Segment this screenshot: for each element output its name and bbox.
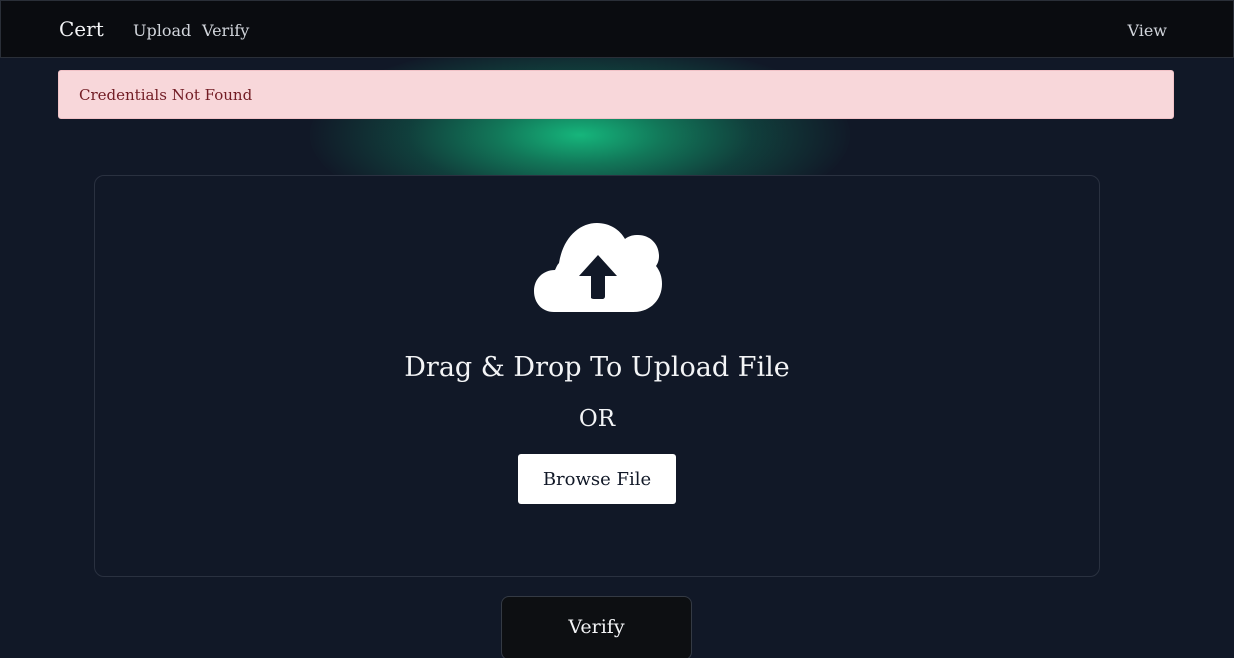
- verify-button[interactable]: Verify: [501, 596, 692, 658]
- brand-link[interactable]: Cert: [59, 17, 104, 41]
- page: Cert Upload Verify View Credentials Not …: [0, 0, 1234, 658]
- navbar: Cert Upload Verify View: [0, 0, 1234, 58]
- error-alert: Credentials Not Found: [58, 70, 1174, 119]
- drop-heading: Drag & Drop To Upload File: [404, 352, 790, 383]
- or-separator: OR: [578, 406, 616, 432]
- file-dropzone[interactable]: Drag & Drop To Upload File OR Browse Fil…: [94, 175, 1100, 577]
- browse-file-button[interactable]: Browse File: [518, 454, 676, 504]
- nav-link-upload[interactable]: Upload: [133, 21, 191, 40]
- nav-link-view[interactable]: View: [1127, 21, 1167, 40]
- cloud-upload-icon: [534, 223, 662, 312]
- nav-link-verify[interactable]: Verify: [202, 21, 249, 40]
- alert-message: Credentials Not Found: [79, 86, 253, 104]
